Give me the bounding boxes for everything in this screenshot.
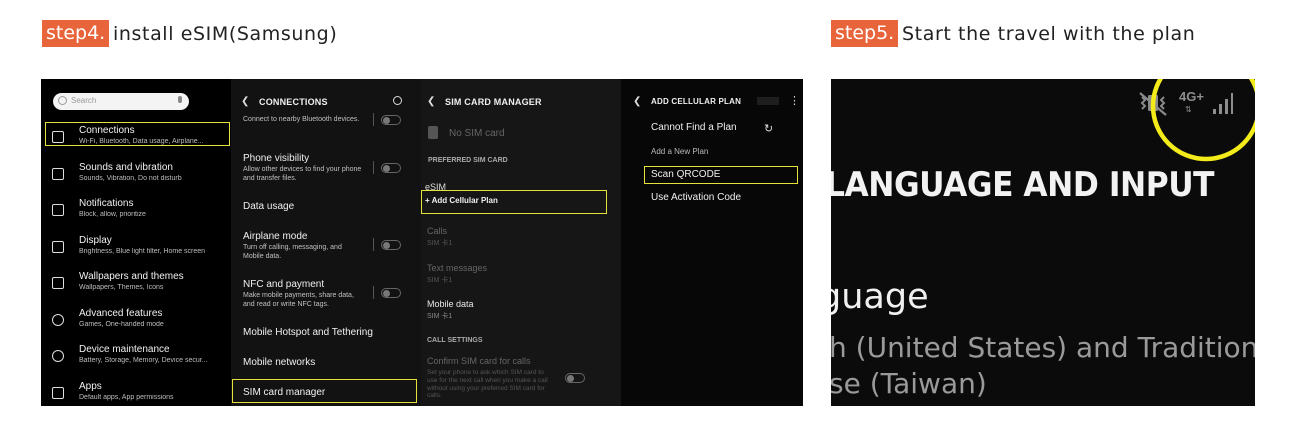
redacted-block: [757, 97, 779, 105]
phone-visibility-toggle[interactable]: [381, 163, 401, 173]
sim-manager-highlight: [232, 379, 417, 403]
settings-item-notifications[interactable]: Notifications Block, allow, prioritize: [41, 196, 231, 230]
mobile-data-label[interactable]: Mobile data: [427, 299, 474, 309]
step4-badge: step4.: [42, 20, 110, 47]
settings-item-title: Apps: [79, 381, 102, 392]
connections-highlight: [45, 122, 230, 146]
settings-item-sub: Wallpapers, Themes, Icons: [79, 284, 164, 291]
back-arrow-icon[interactable]: ❮: [633, 96, 641, 107]
step5-badge: step5.: [831, 20, 899, 47]
settings-item-device-maintenance[interactable]: Device maintenance Battery, Storage, Mem…: [41, 342, 231, 376]
text-messages-label: Text messages: [427, 263, 488, 273]
text-messages-sub: SIM 卡1: [427, 277, 453, 284]
calls-sub: SIM 卡1: [427, 240, 453, 247]
settings-item-sub: Brightness, Blue light filter, Home scre…: [79, 248, 206, 255]
language-value-line1: h (United States) and Traditional: [831, 331, 1255, 364]
add-plan-panel: ❮ ADD CELLULAR PLAN ⋮ Cannot Find a Plan…: [621, 79, 803, 406]
nfc-title: NFC and payment: [243, 279, 325, 290]
language-label: guage: [831, 277, 929, 317]
bluetooth-toggle[interactable]: [381, 115, 401, 125]
airplane-mode-sub: Turn off calling, messaging, and Mobile …: [243, 244, 342, 260]
back-arrow-icon[interactable]: ❮: [241, 96, 249, 107]
settings-item-sounds[interactable]: Sounds and vibration Sounds, Vibration, …: [41, 160, 231, 194]
nfc-sub: Make mobile payments, share data, and re…: [243, 292, 354, 308]
no-sim-label: No SIM card: [449, 128, 505, 139]
search-icon: [58, 96, 67, 105]
page-heading: LANGUAGE AND INPUT: [831, 165, 1215, 205]
phone-visibility-sub: Allow other devices to find your phone a…: [243, 166, 362, 182]
airplane-mode-toggle[interactable]: [381, 240, 401, 250]
search-icon[interactable]: [393, 96, 402, 105]
settings-item-apps[interactable]: Apps Default apps, App permissions: [41, 379, 231, 406]
settings-item-sub: Sounds, Vibration, Do not disturb: [79, 175, 182, 182]
signal-highlight-circle: [1150, 79, 1255, 162]
divider: [373, 113, 374, 126]
more-options-icon[interactable]: ⋮: [789, 94, 800, 107]
gear-icon: [52, 314, 64, 326]
activation-code-item[interactable]: Use Activation Code: [651, 192, 741, 203]
nfc-toggle[interactable]: [381, 288, 401, 298]
microphone-icon[interactable]: [178, 96, 182, 103]
divider: [373, 161, 374, 174]
data-usage-item[interactable]: Data usage: [243, 201, 294, 212]
step5-screenshot: 4G+ ⇅ LANGUAGE AND INPUT guage h (United…: [831, 79, 1255, 406]
connections-panel: ❮ CONNECTIONS Connect to nearby Bluetoot…: [231, 79, 421, 406]
device-maintenance-icon: [52, 350, 64, 362]
settings-item-sub: Battery, Storage, Memory, Device secur..…: [79, 357, 208, 364]
back-arrow-icon[interactable]: ❮: [427, 96, 435, 107]
step4-screenshot: Search Connections Wi-Fi, Bluetooth, Dat…: [41, 79, 803, 406]
language-value-line2: se (Taiwan): [831, 367, 987, 400]
mobile-networks-item[interactable]: Mobile networks: [243, 357, 315, 368]
notifications-icon: [52, 204, 64, 216]
cannot-find-plan-item[interactable]: Cannot Find a Plan: [651, 122, 737, 133]
mobile-data-sub: SIM 卡1: [427, 313, 453, 320]
search-bar[interactable]: Search: [53, 93, 189, 110]
divider: [373, 286, 374, 299]
settings-item-sub: Games, One-handed mode: [79, 321, 164, 328]
settings-item-title: Device maintenance: [79, 344, 170, 355]
sim-card-icon: [428, 126, 438, 139]
display-icon: [52, 241, 64, 253]
confirm-sim-sub: Set your phone to ask which SIM card to …: [427, 369, 548, 400]
divider: [373, 238, 374, 251]
add-plan-header: ADD CELLULAR PLAN: [651, 97, 742, 106]
phone-visibility-title: Phone visibility: [243, 153, 310, 164]
add-new-plan-label: Add a New Plan: [651, 147, 709, 156]
settings-item-sub: Block, allow, prioritize: [79, 211, 146, 218]
call-settings-header: CALL SETTINGS: [427, 337, 483, 344]
hotspot-item[interactable]: Mobile Hotspot and Tethering: [243, 327, 373, 338]
apps-icon: [52, 387, 64, 399]
settings-item-title: Sounds and vibration: [79, 162, 173, 173]
confirm-sim-title: Confirm SIM card for calls: [427, 356, 531, 366]
settings-item-title: Advanced features: [79, 308, 163, 319]
settings-item-title: Notifications: [79, 198, 134, 209]
step5-title: Start the travel with the plan: [902, 23, 1196, 45]
settings-item-wallpapers[interactable]: Wallpapers and themes Wallpapers, Themes…: [41, 269, 231, 303]
refresh-icon[interactable]: ↻: [764, 122, 773, 135]
settings-panel: Search Connections Wi-Fi, Bluetooth, Dat…: [41, 79, 231, 406]
speaker-icon: [52, 168, 64, 180]
step4-title: install eSIM(Samsung): [113, 23, 338, 45]
add-plan-highlight: [421, 190, 607, 214]
bluetooth-sub: Connect to nearby Bluetooth devices.: [243, 116, 360, 123]
settings-item-title: Wallpapers and themes: [79, 271, 184, 282]
confirm-sim-toggle[interactable]: [565, 373, 585, 383]
settings-item-title: Display: [79, 235, 112, 246]
settings-item-display[interactable]: Display Brightness, Blue light filter, H…: [41, 233, 231, 267]
calls-label: Calls: [427, 226, 448, 236]
brush-icon: [52, 277, 64, 289]
settings-item-sub: Default apps, App permissions: [79, 394, 174, 401]
preferred-sim-header: PREFERRED SIM CARD: [428, 157, 508, 164]
airplane-mode-title: Airplane mode: [243, 231, 308, 242]
search-placeholder: Search: [71, 96, 97, 105]
connections-header: CONNECTIONS: [259, 97, 328, 107]
scan-qrcode-highlight: [644, 166, 798, 184]
settings-item-advanced[interactable]: Advanced features Games, One-handed mode: [41, 306, 231, 340]
sim-manager-panel: ❮ SIM CARD MANAGER No SIM card PREFERRED…: [421, 79, 621, 406]
sim-manager-header: SIM CARD MANAGER: [445, 97, 542, 107]
